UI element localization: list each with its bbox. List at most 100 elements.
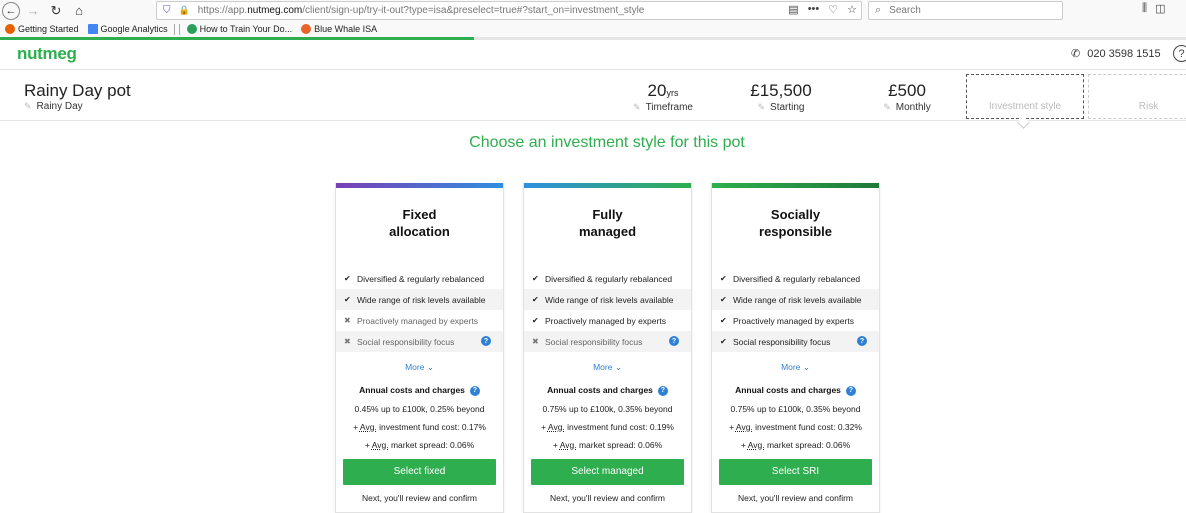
tracking-shield-icon[interactable]: ⛉: [163, 5, 171, 16]
timeframe-stat[interactable]: 20yrs ✎ Timeframe: [628, 81, 698, 113]
select-style-button[interactable]: Select SRI: [719, 458, 872, 485]
feature-item: ✖ Proactively managed by experts: [336, 310, 503, 331]
avg-abbr[interactable]: Avg.: [736, 422, 753, 432]
cross-icon: ✖: [344, 316, 351, 325]
help-icon[interactable]: ?: [669, 336, 679, 346]
cost-spread: + Avg. market spread: 0.06%: [740, 439, 851, 450]
feature-label: Wide range of risk levels available: [545, 294, 674, 305]
avg-abbr[interactable]: Avg.: [748, 440, 765, 450]
forward-button[interactable]: →: [23, 1, 43, 21]
check-icon: ✔: [344, 295, 351, 304]
bookmark-separator: [173, 23, 175, 35]
check-icon: ✔: [720, 274, 727, 283]
costs-title: Annual costs and charges?: [336, 385, 503, 396]
help-icon[interactable]: ?: [857, 336, 867, 346]
blue-whale-icon: [301, 24, 312, 34]
chevron-down-icon: ⌄: [614, 362, 622, 372]
reload-button[interactable]: ↻: [46, 1, 66, 21]
phone-icon: ✆: [1071, 48, 1081, 60]
pencil-icon: ✎: [757, 102, 766, 112]
feature-label: Wide range of risk levels available: [733, 294, 862, 305]
starting-stat[interactable]: £15,500 ✎ Starting: [742, 81, 820, 113]
feature-item: ✔ Proactively managed by experts: [712, 310, 879, 331]
check-icon: ✔: [532, 295, 539, 304]
bookmark-how-to-train[interactable]: How to Train Your Do...: [186, 24, 292, 34]
bookmark-separator: [178, 23, 180, 35]
card-accent-bar: [712, 183, 879, 188]
feature-item: ✔ Diversified & regularly rebalanced: [336, 268, 503, 289]
monthly-stat[interactable]: £500 ✎ Monthly: [876, 81, 938, 113]
cost-base: 0.45% up to £100k, 0.25% beyond: [354, 403, 485, 414]
more-link[interactable]: More ⌄: [336, 362, 503, 373]
avg-abbr[interactable]: Avg.: [372, 440, 389, 450]
sidebar-icon[interactable]: ◫: [1155, 2, 1165, 15]
library-icon[interactable]: ⫼: [1142, 2, 1147, 15]
card-accent-bar: [524, 183, 691, 188]
card-title: Fully managed: [578, 207, 637, 239]
step-risk[interactable]: Risk: [1088, 74, 1186, 119]
bookmark-getting-started[interactable]: Getting Started: [5, 24, 79, 34]
feature-item: ✖ Social responsibility focus?: [524, 331, 691, 352]
help-icon[interactable]: ?: [481, 336, 491, 346]
feature-label: Diversified & regularly rebalanced: [733, 273, 861, 284]
feature-label: Social responsibility focus: [357, 336, 455, 347]
url-bar[interactable]: ⛉ 🔒 https://app.nutmeg.com/client/sign-u…: [156, 1, 862, 20]
search-bar[interactable]: ⌕ Search: [868, 1, 1063, 20]
bookmark-blue-whale[interactable]: Blue Whale ISA: [301, 24, 377, 34]
select-style-button[interactable]: Select managed: [531, 458, 684, 485]
chevron-down-icon: ⌄: [802, 362, 810, 372]
feature-label: Diversified & regularly rebalanced: [545, 273, 673, 284]
feature-item: ✔ Social responsibility focus?: [712, 331, 879, 352]
bookmarks-bar: Getting Started Google Analytics How to …: [0, 21, 1186, 37]
feature-label: Proactively managed by experts: [357, 315, 478, 326]
url-text[interactable]: https://app.nutmeg.com/client/sign-up/tr…: [198, 5, 645, 16]
next-note: Next, you'll review and confirm: [362, 492, 477, 503]
feature-item: ✔ Wide range of risk levels available: [336, 289, 503, 310]
app-header: nutmeg ✆ 020 3598 1515 ?: [0, 40, 1186, 70]
pencil-icon: ✎: [24, 101, 32, 111]
nutmeg-logo[interactable]: nutmeg: [17, 44, 77, 64]
help-icon[interactable]: ?: [845, 385, 856, 396]
next-note: Next, you'll review and confirm: [550, 492, 665, 503]
pocket-icon[interactable]: ♡: [828, 3, 838, 16]
select-style-button[interactable]: Select fixed: [343, 458, 496, 485]
paw-icon: [186, 24, 197, 34]
check-icon: ✔: [720, 316, 727, 325]
avg-abbr[interactable]: Avg.: [560, 440, 577, 450]
cost-fund: + Avg. investment fund cost: 0.19%: [541, 421, 674, 432]
card-title: Fixed allocation: [389, 207, 450, 239]
firefox-icon: [5, 24, 15, 34]
feature-item: ✔ Wide range of risk levels available: [524, 289, 691, 310]
bookmark-star-icon[interactable]: ☆: [847, 3, 857, 16]
search-placeholder: Search: [889, 5, 921, 16]
avg-abbr[interactable]: Avg.: [548, 422, 565, 432]
pencil-icon: ✎: [633, 102, 641, 112]
help-icon[interactable]: ?: [469, 385, 480, 396]
step-investment-style[interactable]: Investment style: [966, 74, 1084, 119]
lock-icon[interactable]: 🔒: [179, 5, 190, 16]
google-analytics-icon: [87, 24, 98, 34]
more-link[interactable]: More ⌄: [712, 362, 879, 373]
cost-base: 0.75% up to £100k, 0.35% beyond: [730, 403, 861, 414]
investment-style-card: Fixed allocation ✔ Diversified & regularly…: [335, 183, 504, 513]
feature-label: Diversified & regularly rebalanced: [357, 273, 485, 284]
avg-abbr[interactable]: Avg.: [360, 422, 377, 432]
pot-name-edit[interactable]: ✎ Rainy Day: [24, 101, 83, 112]
back-button[interactable]: ←: [2, 1, 20, 20]
bookmark-google-analytics[interactable]: Google Analytics: [87, 24, 168, 34]
page-actions-icon[interactable]: •••: [808, 3, 820, 16]
investment-style-card: Fully managed ✔ Diversified & regularly re…: [523, 183, 692, 513]
feature-label: Social responsibility focus: [545, 336, 643, 347]
feature-item: ✔ Diversified & regularly rebalanced: [712, 268, 879, 289]
help-icon[interactable]: ?: [657, 385, 668, 396]
more-link[interactable]: More ⌄: [524, 362, 691, 373]
next-note: Next, you'll review and confirm: [738, 492, 853, 503]
check-icon: ✔: [532, 274, 539, 283]
feature-item: ✖ Social responsibility focus?: [336, 331, 503, 352]
help-icon[interactable]: ?: [1173, 45, 1186, 62]
home-button[interactable]: ⌂: [69, 1, 89, 21]
reader-view-icon[interactable]: ▤: [788, 3, 798, 16]
pot-summary-bar: Rainy Day pot ✎ Rainy Day 20yrs ✎ Timefram…: [0, 70, 1186, 121]
card-accent-bar: [336, 183, 503, 188]
phone-contact[interactable]: ✆ 020 3598 1515: [1071, 47, 1161, 61]
